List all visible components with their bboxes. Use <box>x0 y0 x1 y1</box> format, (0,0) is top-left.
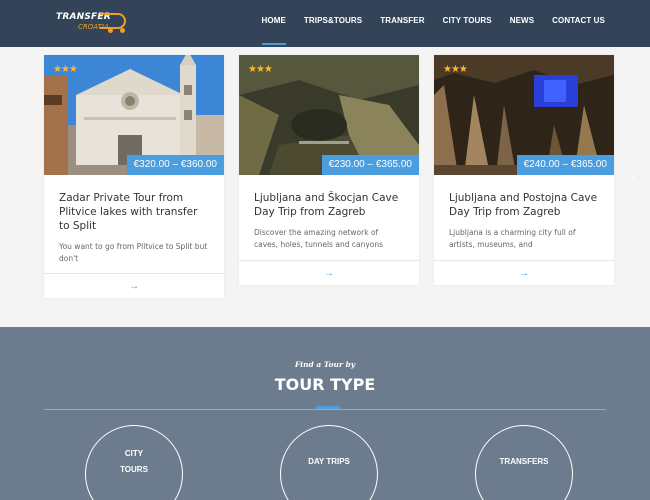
price-badge: €230.00 – €365.00 <box>321 155 419 175</box>
tour-image-skocjan[interactable]: ★★★ €230.00 – €365.00 <box>239 55 419 175</box>
title-accent-bar <box>316 406 340 409</box>
tour-type-day-trips[interactable]: DAY TRIPS <box>280 425 378 500</box>
tour-description: You want to go from Plitvice to Split bu… <box>59 242 208 263</box>
tour-card[interactable]: ★★★ €230.00 – €365.00 Ljubljana and Škoc… <box>239 55 419 285</box>
tour-description: Ljubljana is a charming city full of art… <box>449 228 576 249</box>
tour-type-label: CITY <box>124 449 144 458</box>
carousel-prev-icon[interactable]: ‹ <box>14 168 19 184</box>
read-more-arrow-icon[interactable]: → <box>239 260 419 285</box>
nav-transfer[interactable]: TRANSFER <box>371 16 433 25</box>
tour-type-label: DAY TRIPS <box>308 457 350 466</box>
tour-title[interactable]: Ljubljana and Škocjan Cave Day Trip from… <box>254 191 404 219</box>
tour-type-label: TRANSFERS <box>499 457 549 466</box>
rating-stars-icon: ★★★ <box>443 64 468 75</box>
divider <box>44 409 606 410</box>
logo[interactable]: TRANSFER CROATIA <box>56 12 128 34</box>
tour-title[interactable]: Zadar Private Tour from Plitvice lakes w… <box>59 191 209 233</box>
rating-stars-icon: ★★★ <box>53 64 78 75</box>
tour-type-section: Find a Tour by TOUR TYPE CITY TOURS DAY … <box>0 327 650 500</box>
nav-trips-tours[interactable]: TRIPS&TOURS <box>295 16 371 25</box>
tour-image-postojna[interactable]: ★★★ €240.00 – €365.00 <box>434 55 614 175</box>
section-title: TOUR TYPE <box>274 375 376 394</box>
tour-type-transfers[interactable]: TRANSFERS <box>475 425 573 500</box>
tour-description: Discover the amazing network of caves, h… <box>254 228 384 249</box>
tour-card[interactable]: ★★★ €240.00 – €365.00 Ljubljana and Post… <box>434 55 614 285</box>
tour-title[interactable]: Ljubljana and Postojna Cave Day Trip fro… <box>449 191 599 219</box>
rating-stars-icon: ★★★ <box>248 64 273 75</box>
read-more-arrow-icon[interactable]: → <box>434 260 614 285</box>
nav-contact-us[interactable]: CONTACT US <box>543 16 614 25</box>
price-badge: €240.00 – €365.00 <box>516 155 614 175</box>
tour-card[interactable]: ★★★ €320.00 – €360.00 Zadar Private Tour… <box>44 55 224 298</box>
read-more-arrow-icon[interactable]: → <box>44 273 224 298</box>
tour-type-city-tours[interactable]: CITY TOURS <box>85 425 183 500</box>
logo-wheel-icon <box>120 28 125 33</box>
nav-city-tours[interactable]: CITY TOURS <box>434 16 501 25</box>
site-header: TRANSFER CROATIA HOME TRIPS&TOURS TRANSF… <box>0 0 650 47</box>
section-subtitle: Find a Tour by <box>294 360 356 369</box>
tour-type-label: TOURS <box>120 465 148 474</box>
logo-car-icon <box>100 13 126 29</box>
main-nav: HOME TRIPS&TOURS TRANSFER CITY TOURS NEW… <box>253 16 614 45</box>
nav-news[interactable]: NEWS <box>501 16 543 25</box>
logo-wheel-icon <box>108 28 113 33</box>
price-badge: €320.00 – €360.00 <box>126 155 224 175</box>
carousel-next-icon[interactable]: › <box>630 168 635 184</box>
nav-home[interactable]: HOME <box>253 16 295 45</box>
tour-image-zadar[interactable]: ★★★ €320.00 – €360.00 <box>44 55 224 175</box>
